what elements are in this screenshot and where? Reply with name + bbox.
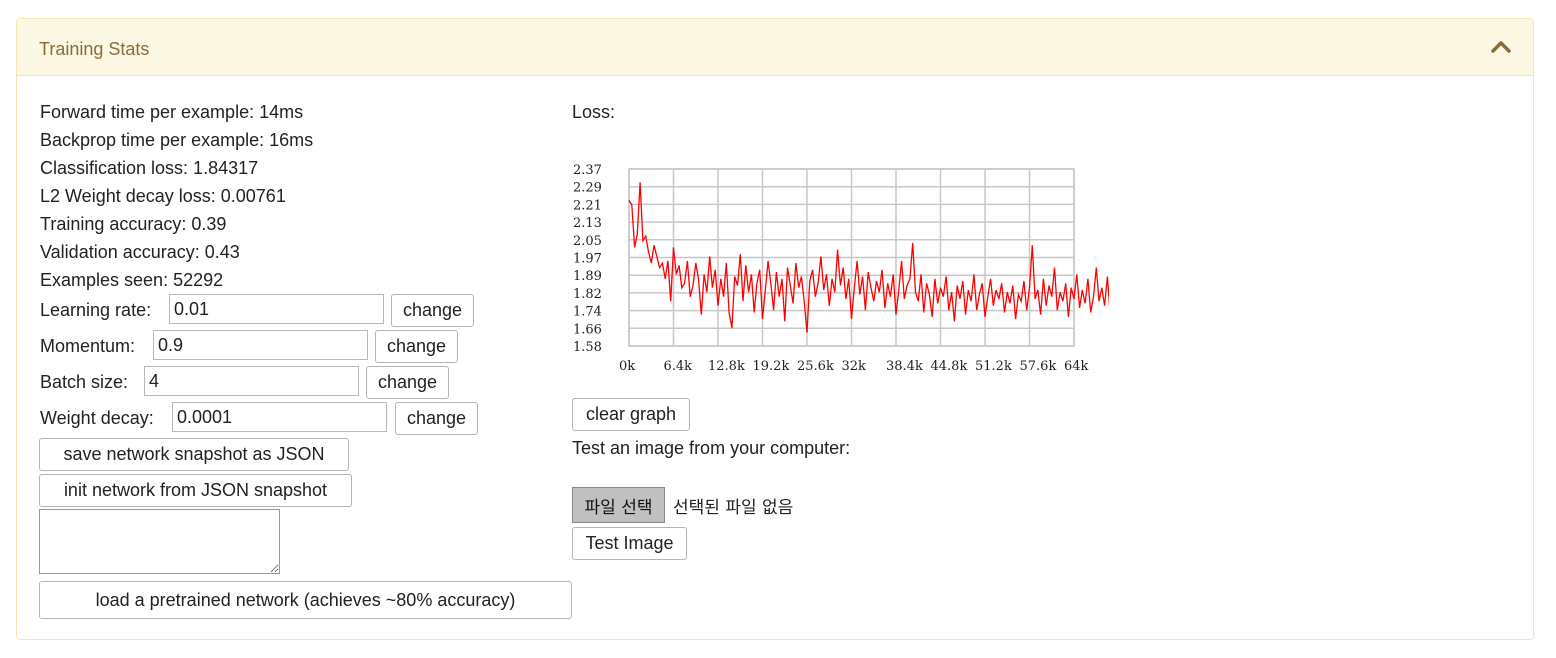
- panel-title: Training Stats: [39, 39, 150, 59]
- init-snapshot-button[interactable]: init network from JSON snapshot: [39, 474, 352, 507]
- y-tick-label: 1.89: [573, 269, 602, 284]
- y-tick-label: 2.13: [573, 216, 602, 231]
- file-status-text: 선택된 파일 없음: [673, 498, 794, 518]
- examples-seen-stat: Examples seen: 52292: [40, 270, 224, 290]
- choose-file-button[interactable]: 파일 선택: [572, 487, 665, 523]
- x-tick-label: 6.4k: [664, 359, 693, 374]
- chevron-up-icon[interactable]: [1491, 39, 1511, 55]
- momentum-label: Momentum:: [40, 336, 136, 356]
- weight-decay-input[interactable]: [172, 402, 387, 432]
- test-image-prompt: Test an image from your computer:: [572, 438, 851, 458]
- save-snapshot-button[interactable]: save network snapshot as JSON: [39, 438, 349, 471]
- loss-chart: 2.37 2.29 2.21 2.13 2.05 1.97 1.89 1.82 1.74 1.66…: [573, 163, 1109, 374]
- x-tick-label: 25.6k: [797, 359, 834, 374]
- x-tick-label: 32k: [842, 359, 867, 374]
- validation-accuracy-stat: Validation accuracy: 0.43: [40, 242, 240, 262]
- backprop-time-stat: Backprop time per example: 16ms: [40, 130, 314, 150]
- y-tick-label: 1.66: [573, 322, 602, 337]
- momentum-input[interactable]: [153, 330, 368, 360]
- y-tick-label: 1.58: [573, 340, 602, 355]
- test-image-button[interactable]: Test Image: [572, 527, 687, 560]
- y-tick-label: 1.74: [573, 305, 602, 320]
- y-tick-label: 2.05: [573, 234, 602, 249]
- x-tick-label: 51.2k: [975, 359, 1012, 374]
- training-accuracy-stat: Training accuracy: 0.39: [40, 214, 227, 234]
- clear-graph-button[interactable]: clear graph: [572, 398, 690, 431]
- x-tick-label: 57.6k: [1020, 359, 1057, 374]
- weight-decay-label: Weight decay:: [40, 408, 154, 428]
- x-tick-label: 12.8k: [708, 359, 745, 374]
- panel-heading[interactable]: Training Stats: [17, 19, 1533, 76]
- learning-rate-input[interactable]: [169, 294, 384, 324]
- x-tick-label: 19.2k: [753, 359, 790, 374]
- x-tick-label: 38.4k: [886, 359, 923, 374]
- momentum-change-button[interactable]: change: [375, 330, 458, 363]
- snapshot-json-textarea[interactable]: [39, 509, 280, 574]
- x-tick-label: 64k: [1064, 359, 1089, 374]
- batch-size-input[interactable]: [144, 366, 359, 396]
- batch-size-label: Batch size:: [40, 372, 129, 392]
- training-stats-panel: Training Stats Forward time per example:…: [16, 18, 1534, 640]
- loss-label: Loss:: [572, 102, 616, 122]
- y-tick-label: 2.37: [573, 163, 602, 178]
- batch-size-change-button[interactable]: change: [366, 366, 449, 399]
- x-tick-label: 0k: [619, 359, 635, 374]
- y-tick-label: 1.82: [573, 287, 602, 302]
- y-tick-label: 2.29: [573, 181, 602, 196]
- forward-time-stat: Forward time per example: 14ms: [40, 102, 304, 122]
- weight-decay-change-button[interactable]: change: [395, 402, 478, 435]
- learning-rate-label: Learning rate:: [40, 300, 152, 320]
- classification-loss-stat: Classification loss: 1.84317: [40, 158, 259, 178]
- l2-decay-loss-stat: L2 Weight decay loss: 0.00761: [40, 186, 286, 206]
- x-tick-label: 44.8k: [931, 359, 968, 374]
- y-tick-label: 1.97: [573, 252, 602, 267]
- y-tick-label: 2.21: [573, 198, 602, 213]
- load-pretrained-button[interactable]: load a pretrained network (achieves ~80%…: [39, 581, 572, 619]
- learning-rate-change-button[interactable]: change: [391, 294, 474, 327]
